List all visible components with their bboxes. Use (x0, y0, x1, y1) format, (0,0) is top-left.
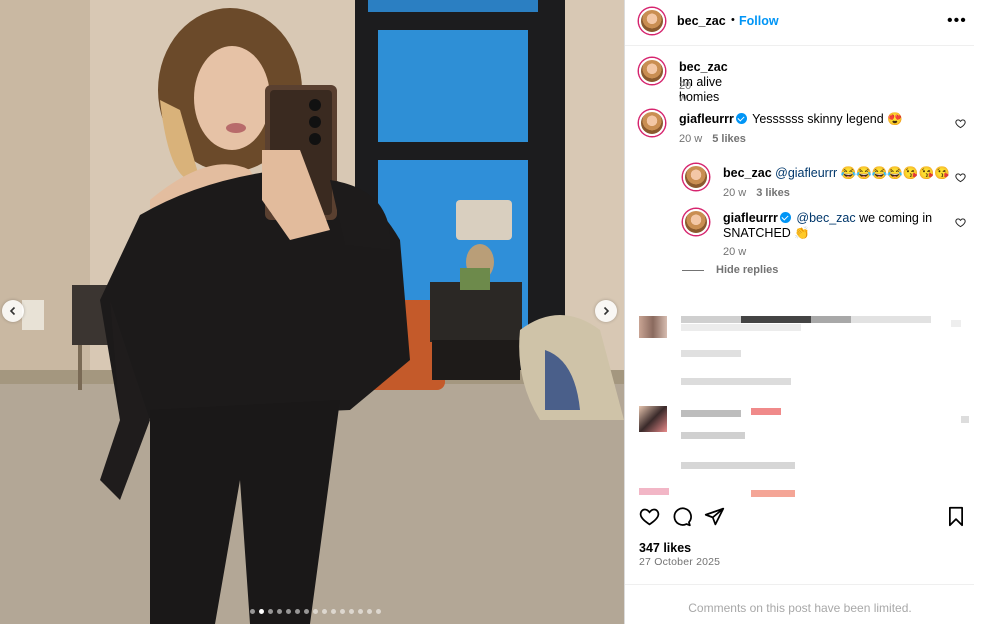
obscured-text (851, 316, 931, 323)
header-separator: • (731, 14, 735, 26)
carousel-dot (259, 609, 264, 614)
reply-text-continued: SNATCHED 👏 (723, 226, 810, 240)
comment-username[interactable]: giafleurrr (679, 112, 734, 126)
author-avatar[interactable] (639, 8, 665, 34)
previous-photo-button[interactable] (2, 300, 24, 322)
obscured-text (681, 432, 745, 439)
obscured-text (681, 324, 801, 331)
carousel-dot (322, 609, 327, 614)
reply-likes[interactable]: 3 likes (756, 187, 790, 199)
comment-icon[interactable] (671, 506, 692, 527)
share-icon[interactable] (704, 506, 725, 527)
obscured-text (751, 408, 781, 415)
like-reply-heart-icon[interactable] (955, 172, 966, 183)
post-date[interactable]: 27 October 2025 (639, 556, 720, 568)
reply-mention[interactable]: @giafleurrr (775, 166, 837, 180)
reply-mention[interactable]: @bec_zac (796, 211, 855, 225)
comment-text-line: giafleurrr Yessssss skinny legend 😍 (679, 112, 903, 127)
comment-avatar[interactable] (639, 110, 665, 136)
caption-meta: 20 w (679, 80, 691, 104)
obscured-avatar (639, 406, 667, 432)
caption-avatar[interactable] (639, 58, 665, 84)
reply-username[interactable]: bec_zac (723, 166, 772, 180)
obscured-heart (951, 320, 961, 327)
carousel-dot (250, 609, 255, 614)
like-reply-heart-icon[interactable] (955, 217, 966, 228)
hide-replies-line (682, 269, 704, 271)
reply-text-line-2: SNATCHED 👏 (723, 226, 810, 241)
carousel-dot (295, 609, 300, 614)
obscured-text (681, 378, 791, 385)
caption-time[interactable]: 20 w (679, 80, 691, 104)
post-side-panel: bec_zac • Follow ••• bec_zac Im alive ho… (624, 0, 975, 624)
carousel-dot (313, 609, 318, 614)
carousel-dot (367, 609, 372, 614)
reply-avatar[interactable] (683, 164, 709, 190)
reply-text-line: bec_zac @giafleurrr 😂😂😂😂😘😘😘 (723, 166, 950, 181)
bookmark-icon[interactable] (947, 506, 965, 527)
verified-icon (779, 212, 791, 223)
comment-likes[interactable]: 5 likes (712, 133, 746, 145)
carousel-dot (304, 609, 309, 614)
carousel-dot (376, 609, 381, 614)
carousel-dot (277, 609, 282, 614)
chevron-right-icon (603, 306, 610, 316)
chevron-left-icon (9, 306, 16, 316)
reply-avatar[interactable] (683, 209, 709, 235)
follow-button[interactable]: Follow (739, 14, 779, 28)
photo-illustration (0, 0, 624, 624)
carousel-dot (358, 609, 363, 614)
reply-time[interactable]: 20 w (723, 187, 746, 199)
post-modal: bec_zac • Follow ••• bec_zac Im alive ho… (0, 0, 995, 624)
post-actions (625, 500, 975, 540)
likes-count[interactable]: 347 likes (639, 541, 691, 555)
obscured-text (811, 316, 851, 323)
more-options-icon[interactable]: ••• (947, 12, 967, 30)
reply-meta: 20 w 3 likes (723, 187, 790, 199)
obscured-comments (625, 310, 975, 500)
right-gutter (974, 0, 995, 624)
obscured-text (751, 490, 795, 497)
carousel-dot (286, 609, 291, 614)
obscured-text (681, 350, 741, 357)
comment-time[interactable]: 20 w (679, 133, 702, 145)
heart-icon[interactable] (639, 506, 660, 527)
author-username[interactable]: bec_zac (677, 14, 726, 28)
comments-limited-notice: Comments on this post have been limited. (625, 584, 975, 624)
reply-text-line: giafleurrr @bec_zac we coming in (723, 211, 932, 226)
obscured-text (681, 410, 741, 417)
verified-icon (735, 113, 747, 124)
reply-time[interactable]: 20 w (723, 246, 746, 258)
carousel-dot (331, 609, 336, 614)
hide-replies-label: Hide replies (716, 264, 779, 276)
reply-text: 😂😂😂😂😘😘😘 (840, 166, 950, 180)
post-photo[interactable] (0, 0, 624, 624)
obscured-text (681, 316, 741, 323)
carousel-dot (268, 609, 273, 614)
comment-meta: 20 w 5 likes (679, 133, 746, 145)
comment-text: Yessssss skinny legend 😍 (752, 112, 903, 126)
obscured-text (681, 462, 795, 469)
carousel-dots (250, 609, 381, 614)
obscured-avatar (639, 488, 669, 495)
reply-meta: 20 w (723, 246, 746, 258)
next-photo-button[interactable] (595, 300, 617, 322)
obscured-text (741, 316, 811, 323)
post-header: bec_zac • Follow ••• (625, 0, 975, 46)
carousel-dot (340, 609, 345, 614)
reply-username[interactable]: giafleurrr (723, 211, 778, 225)
reply-text: we coming in (859, 211, 933, 225)
obscured-heart (961, 416, 969, 423)
obscured-avatar (639, 316, 667, 338)
hide-replies-button[interactable]: Hide replies (682, 264, 778, 276)
caption-username[interactable]: bec_zac (679, 60, 728, 74)
carousel-dot (349, 609, 354, 614)
like-comment-heart-icon[interactable] (955, 118, 966, 129)
